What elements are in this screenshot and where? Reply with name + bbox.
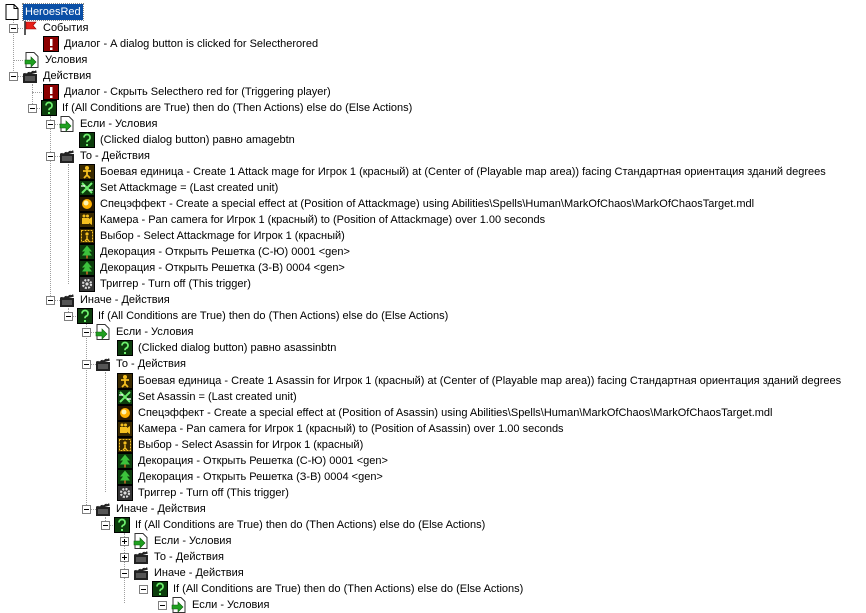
tree-node-if3-conditions[interactable]: Если - Условия <box>120 533 233 549</box>
set-variable-icon <box>79 180 95 196</box>
tree-node-action-trigger-off[interactable]: Триггер - Turn off (This trigger) <box>117 485 291 501</box>
conditions-icon <box>171 597 187 613</box>
collapse-toggle[interactable] <box>9 23 18 33</box>
tree-node-action-set-variable[interactable]: Set Attackmage = (Last created unit) <box>79 180 280 196</box>
collapse-toggle[interactable] <box>46 151 55 161</box>
clapperboard-icon <box>133 565 149 581</box>
special-effect-icon <box>79 196 95 212</box>
camera-icon <box>79 212 95 228</box>
clapperboard-icon <box>22 68 38 84</box>
tree-node-event-item[interactable]: Диалог - A dialog button is clicked for … <box>43 36 320 52</box>
gear-icon <box>117 485 133 501</box>
tree-node-if4[interactable]: If (All Conditions are True) then do (Th… <box>139 581 525 597</box>
question-icon <box>117 340 133 356</box>
unit-icon <box>79 164 95 180</box>
clapperboard-icon <box>95 501 111 517</box>
tree-node-if2[interactable]: If (All Conditions are True) then do (Th… <box>64 308 450 324</box>
tree-node-action-destructible[interactable]: Декорация - Открыть Решетка (З-В) 0004 <… <box>79 260 347 276</box>
conditions-icon <box>133 533 149 549</box>
tree-node-if1-conditions[interactable]: Если - Условия <box>46 116 159 132</box>
expand-toggle[interactable] <box>120 552 129 562</box>
tree-node-action-camera[interactable]: Камера - Pan camera for Игрок 1 (красный… <box>117 421 566 437</box>
tree-node-action-select[interactable]: Выбор - Select Asassin for Игрок 1 (крас… <box>117 437 365 453</box>
special-effect-icon <box>117 405 133 421</box>
tree-root-label: HeroesRed <box>22 3 84 21</box>
clapperboard-icon <box>59 148 75 164</box>
dialog-icon <box>43 36 59 52</box>
tree-node-hide-dialog[interactable]: Диалог - Скрыть Selecthero red for (Trig… <box>43 84 333 100</box>
tree-node-action-special-effect[interactable]: Спецэффект - Create a special effect at … <box>117 405 775 421</box>
collapse-toggle[interactable] <box>82 327 91 337</box>
clapperboard-icon <box>133 549 149 565</box>
collapse-toggle[interactable] <box>9 71 18 81</box>
trigger-document-icon <box>4 4 20 20</box>
tree-doodad-icon <box>117 469 133 485</box>
flag-icon <box>22 20 38 36</box>
tree-node-if4-conditions[interactable]: Если - Условия <box>158 597 271 613</box>
collapse-toggle[interactable] <box>46 119 55 129</box>
tree-node-action-create-unit[interactable]: Боевая единица - Create 1 Attack mage fo… <box>79 164 828 180</box>
selection-icon <box>79 228 95 244</box>
tree-node-if2-else[interactable]: Иначе - Действия <box>82 501 208 517</box>
selection-icon <box>117 437 133 453</box>
conditions-icon <box>24 52 40 68</box>
unit-icon <box>117 373 133 389</box>
collapse-toggle[interactable] <box>82 504 91 514</box>
clapperboard-icon <box>59 292 75 308</box>
tree-node-if-outer[interactable]: If (All Conditions are True) then do (Th… <box>28 100 414 116</box>
collapse-toggle[interactable] <box>139 584 148 594</box>
if-then-else-icon <box>114 517 130 533</box>
gear-icon <box>79 276 95 292</box>
collapse-toggle[interactable] <box>64 311 73 321</box>
tree-node-if1-then[interactable]: То - Действия <box>46 148 152 164</box>
tree-node-events[interactable]: События <box>9 20 90 36</box>
tree-node-if1-condition[interactable]: (Clicked dialog button) равно amagebtn <box>79 132 297 148</box>
clapperboard-icon <box>95 356 111 372</box>
tree-node-action-special-effect[interactable]: Спецэффект - Create a special effect at … <box>79 196 756 212</box>
collapse-toggle[interactable] <box>82 359 91 369</box>
tree-doodad-icon <box>117 453 133 469</box>
tree-root[interactable]: HeroesRed <box>4 3 84 21</box>
tree-node-action-destructible[interactable]: Декорация - Открыть Решетка (С-Ю) 0001 <… <box>117 453 390 469</box>
tree-doodad-icon <box>79 260 95 276</box>
tree-node-action-destructible[interactable]: Декорация - Открыть Решетка (З-В) 0004 <… <box>117 469 385 485</box>
tree-node-if1-else[interactable]: Иначе - Действия <box>46 292 172 308</box>
collapse-toggle[interactable] <box>158 600 167 610</box>
if-then-else-icon <box>152 581 168 597</box>
set-variable-icon <box>117 389 133 405</box>
collapse-toggle[interactable] <box>46 295 55 305</box>
dialog-icon <box>43 84 59 100</box>
tree-node-action-create-unit[interactable]: Боевая единица - Create 1 Asassin for Иг… <box>117 373 843 389</box>
tree-node-if3-else[interactable]: Иначе - Действия <box>120 565 246 581</box>
conditions-icon <box>59 116 75 132</box>
collapse-toggle[interactable] <box>101 520 110 530</box>
collapse-toggle[interactable] <box>120 568 129 578</box>
tree-node-if3[interactable]: If (All Conditions are True) then do (Th… <box>101 517 487 533</box>
tree-node-action-trigger-off[interactable]: Триггер - Turn off (This trigger) <box>79 276 253 292</box>
camera-icon <box>117 421 133 437</box>
tree-node-actions[interactable]: Действия <box>9 68 93 84</box>
tree-node-if2-then[interactable]: То - Действия <box>82 356 188 372</box>
tree-node-action-camera[interactable]: Камера - Pan camera for Игрок 1 (красный… <box>79 212 547 228</box>
tree-node-action-destructible[interactable]: Декорация - Открыть Решетка (С-Ю) 0001 <… <box>79 244 352 260</box>
tree-node-conditions[interactable]: Условия <box>24 52 89 68</box>
collapse-toggle[interactable] <box>28 103 37 113</box>
tree-node-if2-condition[interactable]: (Clicked dialog button) равно asassinbtn <box>117 340 338 356</box>
trigger-tree[interactable]: HeroesRed События Диалог - A dialog butt… <box>0 0 866 613</box>
if-then-else-icon <box>77 308 93 324</box>
question-icon <box>79 132 95 148</box>
tree-node-if2-conditions[interactable]: Если - Условия <box>82 324 195 340</box>
if-then-else-icon <box>41 100 57 116</box>
tree-node-action-set-variable[interactable]: Set Asassin = (Last created unit) <box>117 389 299 405</box>
tree-node-action-select[interactable]: Выбор - Select Attackmage for Игрок 1 (к… <box>79 228 347 244</box>
tree-node-if3-then[interactable]: То - Действия <box>120 549 226 565</box>
tree-doodad-icon <box>79 244 95 260</box>
expand-toggle[interactable] <box>120 536 129 546</box>
conditions-icon <box>95 324 111 340</box>
